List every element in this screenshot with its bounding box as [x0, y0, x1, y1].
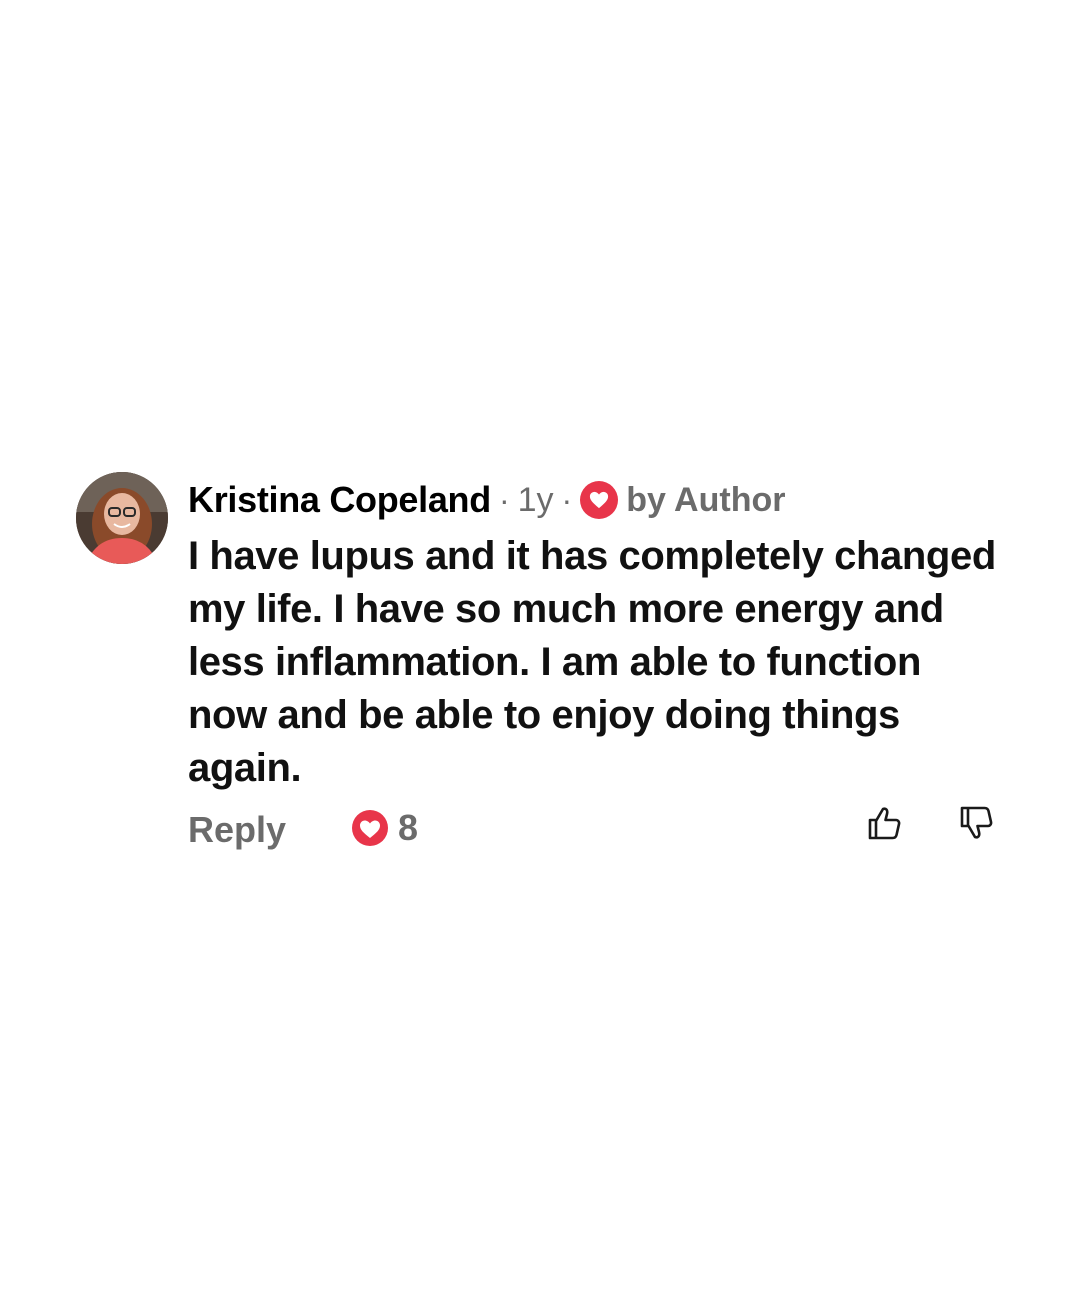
separator: · [561, 481, 573, 518]
like-count: 8 [398, 807, 419, 848]
author-name[interactable]: Kristina Copeland [188, 479, 491, 521]
comment-body: Kristina Copeland · 1y · by Author I hav… [188, 470, 1008, 863]
reply-button[interactable]: Reply [188, 809, 286, 851]
avatar[interactable] [76, 472, 168, 564]
heart-icon [580, 481, 619, 519]
like-button[interactable]: 8 [350, 807, 418, 849]
comment-header: Kristina Copeland · 1y · by Author [188, 470, 1008, 530]
heart-icon [352, 810, 388, 846]
separator: · [498, 481, 510, 518]
comment-text: I have lupus and it has completely chang… [188, 534, 996, 790]
thumbs-up-icon[interactable] [864, 803, 904, 843]
comment-actions: Reply 8 [188, 803, 1008, 863]
liked-by-author-label: by Author [626, 480, 786, 519]
comment-age: 1y [517, 480, 554, 519]
thumbs-down-icon[interactable] [956, 803, 996, 843]
